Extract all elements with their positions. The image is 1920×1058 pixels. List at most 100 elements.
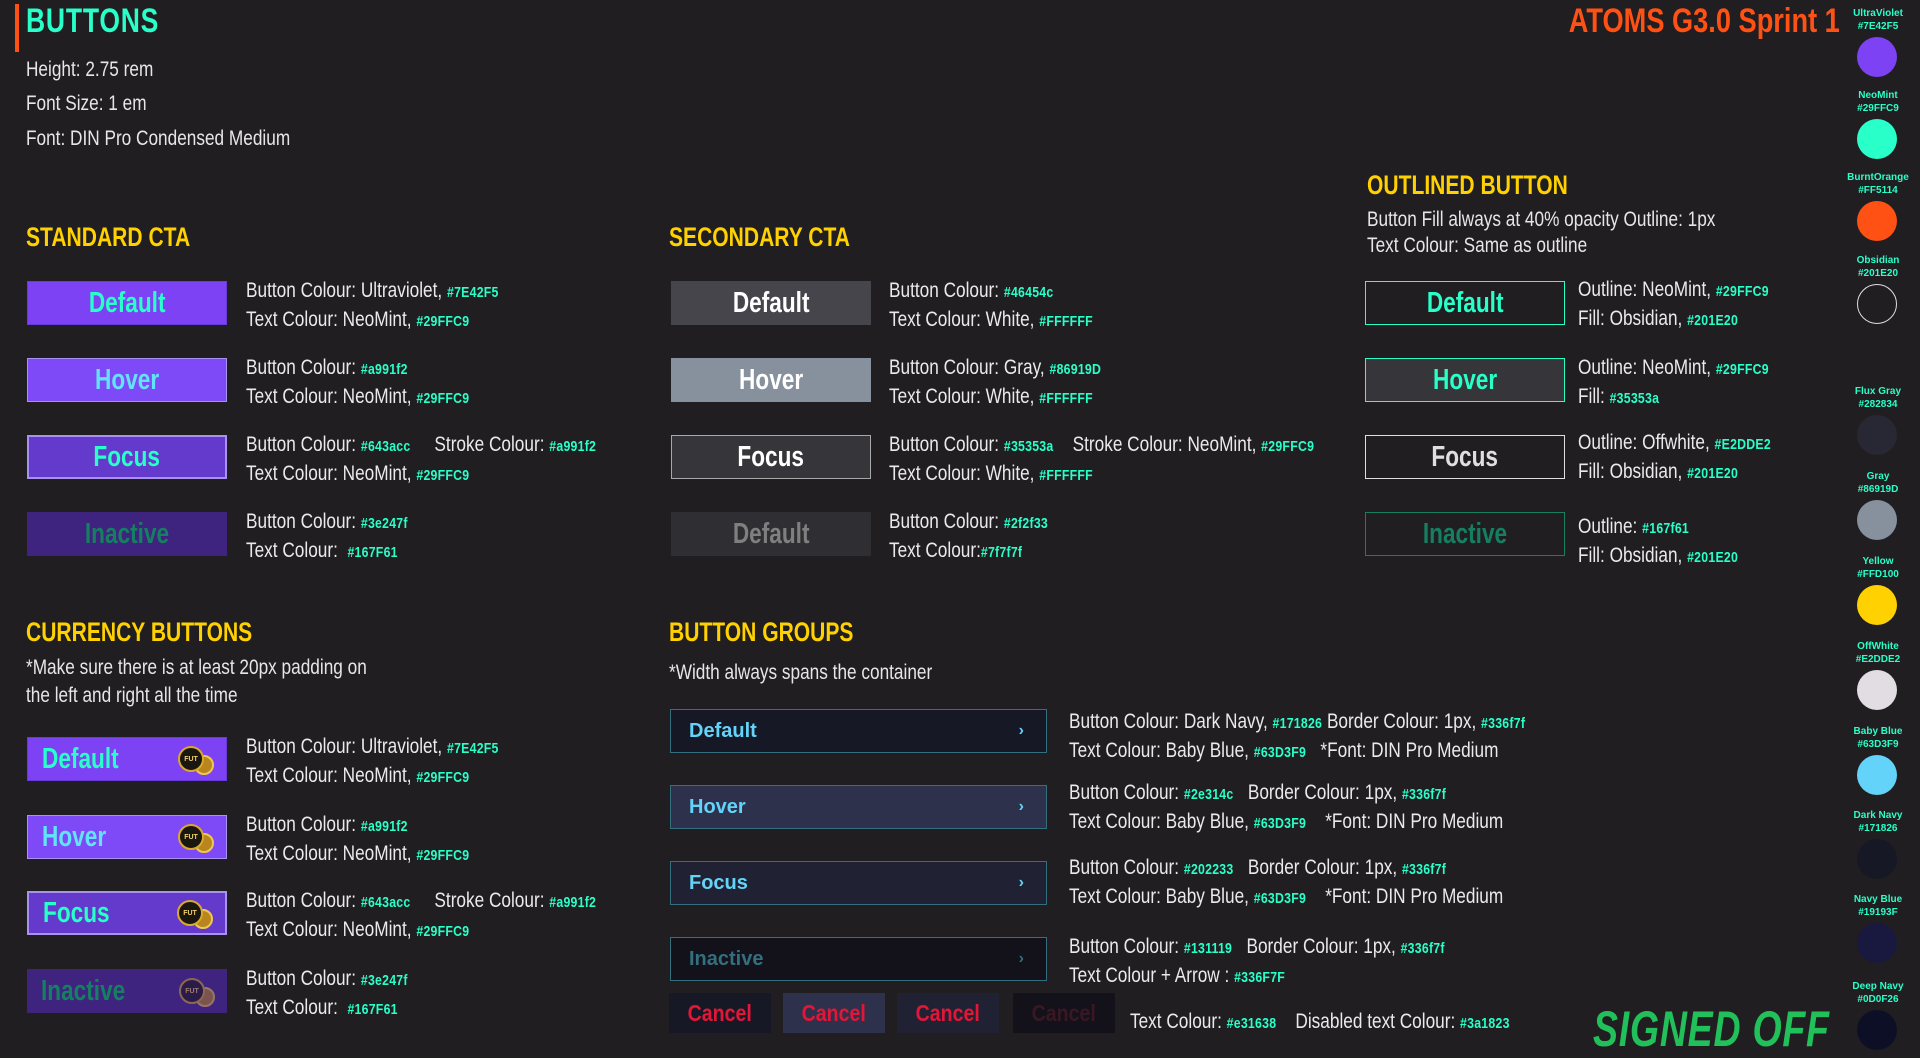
cancel-button-disabled: Cancel bbox=[1013, 993, 1115, 1033]
button-label: Default bbox=[732, 517, 810, 550]
button-label: Focus bbox=[93, 440, 161, 473]
standard-hover-button[interactable]: Hover bbox=[27, 358, 227, 402]
button-label: Inactive bbox=[41, 974, 126, 1007]
currency-note-2: the left and right all the time bbox=[26, 684, 238, 707]
standard-default-desc: Button Colour: Ultraviolet, #7E42F5 Text… bbox=[246, 279, 499, 331]
swatch-navy-blue bbox=[1857, 923, 1897, 963]
button-label: Default bbox=[732, 286, 810, 319]
group-default-button[interactable]: Default › bbox=[670, 709, 1047, 753]
secondary-default-button[interactable]: Default bbox=[671, 281, 871, 325]
group-focus-button[interactable]: Focus › bbox=[670, 861, 1047, 905]
secondary-focus-desc: Button Colour: #35353a Stroke Colour: Ne… bbox=[889, 433, 1315, 485]
button-label: Inactive bbox=[84, 517, 170, 550]
swatch-label: Obsidian #201E20 bbox=[1856, 255, 1900, 279]
currency-inactive-button: Inactive FUT bbox=[27, 969, 227, 1013]
button-label: Focus bbox=[737, 440, 805, 473]
outlined-focus-button[interactable]: Focus bbox=[1365, 435, 1565, 479]
standard-default-button[interactable]: Default bbox=[27, 281, 227, 325]
currency-inactive-desc: Button Colour: #3e247f Text Colour: #167… bbox=[246, 967, 408, 1019]
secondary-focus-button[interactable]: Focus bbox=[671, 435, 871, 479]
button-label: Default bbox=[1426, 286, 1504, 319]
swatch-gray bbox=[1857, 500, 1897, 540]
standard-inactive-button: Inactive bbox=[27, 512, 227, 556]
cancel-button-hover[interactable]: Cancel bbox=[783, 993, 885, 1033]
swatch-label: Dark Navy #171826 bbox=[1853, 810, 1903, 834]
swatch-yellow bbox=[1857, 585, 1897, 625]
group-hover-desc: Button Colour: #2e314c Border Colour: 1p… bbox=[1069, 781, 1504, 833]
chevron-right-icon: › bbox=[1018, 722, 1024, 739]
swatch-baby-blue bbox=[1857, 755, 1897, 795]
swatch-label: Flux Gray #282834 bbox=[1854, 386, 1902, 410]
button-label: Default bbox=[88, 286, 166, 319]
outlined-note-2: Text Colour: Same as outline bbox=[1367, 234, 1588, 257]
outlined-focus-desc: Outline: Offwhite, #E2DDE2 Fill: Obsidia… bbox=[1578, 431, 1771, 483]
button-label: Hover bbox=[689, 795, 746, 818]
coin-icon: FUT bbox=[177, 900, 213, 929]
secondary-default-desc: Button Colour: #46454c Text Colour: Whit… bbox=[889, 279, 1093, 331]
group-inactive-button: Inactive › bbox=[670, 937, 1047, 981]
swatch-neomint bbox=[1857, 119, 1897, 159]
swatch-label: Navy Blue #19193F bbox=[1853, 894, 1903, 918]
outlined-hover-desc: Outline: NeoMint, #29FFC9 Fill: #35353a bbox=[1578, 356, 1769, 408]
swatch-dark-navy bbox=[1857, 839, 1897, 879]
groups-note: *Width always spans the container bbox=[669, 661, 933, 684]
swatch-deep-navy bbox=[1857, 1010, 1897, 1050]
cancel-button-default[interactable]: Cancel bbox=[669, 993, 771, 1033]
chevron-right-icon: › bbox=[1018, 950, 1024, 967]
swatch-flux-gray bbox=[1857, 415, 1897, 455]
currency-default-desc: Button Colour: Ultraviolet, #7E42F5 Text… bbox=[246, 735, 499, 787]
button-groups-title: BUTTON GROUPS bbox=[669, 617, 854, 647]
button-label: Inactive bbox=[689, 947, 764, 970]
secondary-inactive-desc: Button Colour: #2f2f33 Text Colour:#7f7f… bbox=[889, 510, 1049, 562]
standard-cta-title: STANDARD CTA bbox=[26, 222, 191, 252]
secondary-hover-button[interactable]: Hover bbox=[671, 358, 871, 402]
standard-hover-desc: Button Colour: #a991f2 Text Colour: NeoM… bbox=[246, 356, 470, 408]
swatch-label: Baby Blue #63D3F9 bbox=[1853, 726, 1903, 750]
currency-hover-button[interactable]: Hover FUT bbox=[27, 815, 227, 859]
swatch-label: UltraViolet #7E42F5 bbox=[1853, 8, 1903, 32]
swatch-offwhite bbox=[1857, 670, 1897, 710]
chevron-right-icon: › bbox=[1018, 874, 1024, 891]
swatch-label: Yellow #FFD100 bbox=[1857, 556, 1899, 580]
secondary-hover-desc: Button Colour: Gray, #86919D Text Colour… bbox=[889, 356, 1102, 408]
button-label: Default bbox=[42, 742, 119, 775]
button-label: Focus bbox=[43, 896, 110, 929]
standard-inactive-desc: Button Colour: #3e247f Text Colour: #167… bbox=[246, 510, 408, 562]
currency-default-button[interactable]: Default FUT bbox=[27, 737, 227, 781]
outlined-inactive-desc: Outline: #167f61 Fill: Obsidian, #201E20 bbox=[1578, 515, 1739, 567]
currency-focus-desc: Button Colour: #643acc Stroke Colour: #a… bbox=[246, 889, 597, 941]
swatch-label: Gray #86919D bbox=[1857, 471, 1899, 495]
swatch-label: Deep Navy #0D0F26 bbox=[1852, 981, 1904, 1005]
group-inactive-desc: Button Colour: #131119 Border Colour: 1p… bbox=[1069, 935, 1445, 987]
button-label: Hover bbox=[1432, 363, 1498, 396]
button-label: Focus bbox=[689, 871, 748, 894]
chevron-right-icon: › bbox=[1018, 798, 1024, 815]
coin-icon: FUT bbox=[178, 746, 214, 775]
height-spec: Height: 2.75 rem bbox=[26, 58, 154, 81]
swatch-burntorange bbox=[1857, 201, 1897, 241]
cancel-button-focus[interactable]: Cancel bbox=[897, 993, 999, 1033]
outlined-note-1: Button Fill always at 40% opacity Outlin… bbox=[1367, 208, 1716, 231]
group-hover-button[interactable]: Hover › bbox=[670, 785, 1047, 829]
button-label: Hover bbox=[94, 363, 160, 396]
coin-icon: FUT bbox=[179, 978, 215, 1007]
swatch-label: OffWhite #E2DDE2 bbox=[1855, 641, 1901, 665]
standard-focus-button[interactable]: Focus bbox=[27, 435, 227, 479]
currency-buttons-title: CURRENCY BUTTONS bbox=[26, 617, 253, 647]
outlined-default-button[interactable]: Default bbox=[1365, 281, 1565, 325]
swatch-label: BurntOrange #FF5114 bbox=[1847, 172, 1909, 196]
outlined-button-title: OUTLINED BUTTON bbox=[1367, 170, 1568, 200]
standard-focus-desc: Button Colour: #643acc Stroke Colour: #a… bbox=[246, 433, 597, 485]
secondary-cta-title: SECONDARY CTA bbox=[669, 222, 850, 252]
page-title: BUTTONS bbox=[26, 2, 160, 40]
swatch-ultraviolet bbox=[1857, 37, 1897, 77]
button-label: Hover bbox=[42, 820, 107, 853]
button-label: Inactive bbox=[1422, 517, 1508, 550]
outlined-inactive-button: Inactive bbox=[1365, 512, 1565, 556]
currency-focus-button[interactable]: Focus FUT bbox=[27, 891, 227, 935]
button-label: Default bbox=[689, 719, 757, 742]
secondary-inactive-button: Default bbox=[671, 512, 871, 556]
sprint-title: ATOMS G3.0 Sprint 1 bbox=[1568, 2, 1840, 40]
outlined-hover-button[interactable]: Hover bbox=[1365, 358, 1565, 402]
button-label: Focus bbox=[1431, 440, 1499, 473]
